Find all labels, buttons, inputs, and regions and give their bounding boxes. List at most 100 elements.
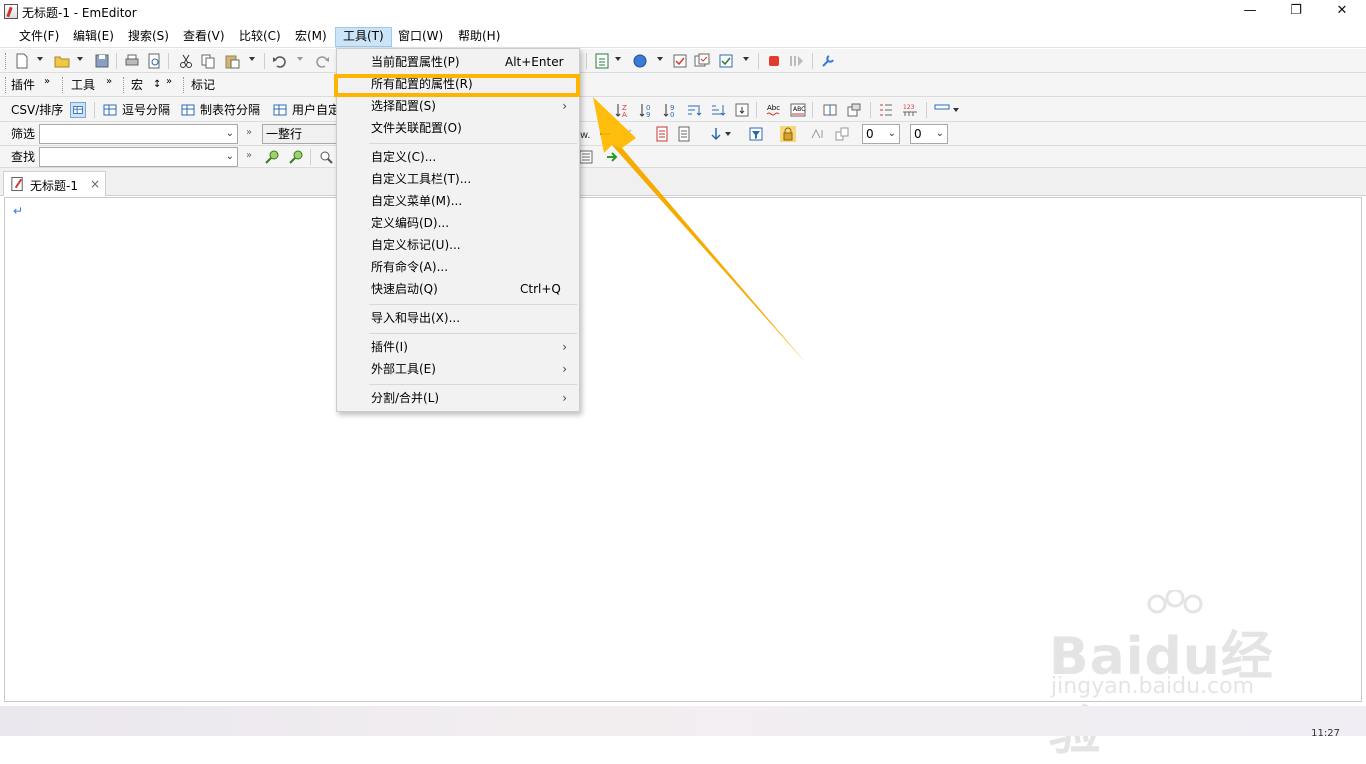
multi-check-icon[interactable] [694,53,710,69]
dropdown-arrow-icon[interactable] [656,55,664,63]
lock-icon[interactable] [780,126,796,142]
filter-doc-red-icon[interactable] [654,126,670,142]
minimize-button[interactable]: — [1227,0,1273,24]
redo-icon[interactable] [314,53,330,69]
menu-item-customize-marks[interactable]: 自定义标记(U)... [339,234,577,256]
user-grid-icon[interactable] [272,102,288,118]
menu-search[interactable]: 搜索(S) [121,27,176,47]
open-folder-icon[interactable] [54,53,70,69]
filter-clear-icon[interactable] [618,126,634,142]
chevron-more-icon[interactable]: » [246,148,252,164]
ruler-123-icon[interactable]: 123 [902,102,918,118]
filter-up-icon[interactable] [810,126,826,142]
chevron-down-icon[interactable]: ⌄ [936,125,944,143]
dropdown-arrow-icon[interactable] [952,106,960,114]
chevron-more-icon[interactable]: » [166,74,172,90]
record-macro-icon[interactable] [766,53,782,69]
find-next-icon[interactable] [264,149,280,165]
filter-number-select-2[interactable]: 0 ⌄ [910,124,948,144]
menu-item-select-config[interactable]: 选择配置(S) › [339,95,577,117]
new-file-icon[interactable] [14,53,30,69]
spellcheck-icon[interactable] [672,53,688,69]
search-icon[interactable] [318,149,334,165]
filter-number-select-1[interactable]: 0 ⌄ [862,124,900,144]
menu-file[interactable]: 文件(F) [12,27,66,47]
document-tab[interactable]: 无标题-1 × [3,171,106,196]
arrow-down-icon[interactable] [708,126,724,142]
menu-item-split-combine[interactable]: 分割/合并(L) › [339,387,577,409]
column-icon[interactable] [734,102,750,118]
plugins-toolbar-label[interactable]: 插件 [11,77,35,93]
arrow-right-icon[interactable] [604,149,620,165]
split-view-icon[interactable] [822,102,838,118]
dropdown-arrow-icon[interactable] [614,55,622,63]
line-numbers-icon[interactable] [878,102,894,118]
toolbar-gripper[interactable] [62,77,64,93]
menu-tools[interactable]: 工具(T) [335,27,392,47]
menu-macro[interactable]: 宏(M) [288,27,334,47]
toolbar-options-icon[interactable] [934,101,950,117]
sort-za-icon[interactable]: ZA [614,102,630,118]
macro-extra-icon[interactable]: ↕ [153,77,161,93]
find-previous-icon[interactable] [288,149,304,165]
menu-item-all-commands[interactable]: 所有命令(A)... [339,256,577,278]
menu-item-plugins[interactable]: 插件(I) › [339,336,577,358]
comma-separated-button[interactable]: 逗号分隔 [122,102,170,118]
chevron-down-icon[interactable]: ⌄ [226,125,234,143]
undo-icon[interactable] [272,53,288,69]
filter-input[interactable]: ⌄ [39,124,238,144]
chevron-more-icon[interactable]: » [44,74,50,90]
filter-word-icon[interactable]: w. [580,126,596,142]
spelling-abc-icon[interactable]: Abc [766,102,782,118]
find-input[interactable]: ⌄ [39,147,238,167]
restore-button[interactable]: ❐ [1273,0,1319,24]
sort-90-icon[interactable]: 90 [662,102,678,118]
marks-toolbar-label[interactable]: 标记 [191,77,215,93]
cut-icon[interactable] [178,53,194,69]
filter-funnel-icon[interactable] [748,126,764,142]
paste-icon[interactable] [224,53,240,69]
checklist-icon[interactable] [718,53,734,69]
menu-item-external-tools[interactable]: 外部工具(E) › [339,358,577,380]
user-defined-button[interactable]: 用户自定 [292,102,340,118]
comma-grid-icon[interactable] [102,102,118,118]
toolbar-gripper[interactable] [5,53,7,69]
csv-grid-icon[interactable] [70,102,86,118]
toolbar-gripper[interactable] [5,77,7,93]
chevron-down-icon[interactable]: ⌄ [226,148,234,166]
play-macro-icon[interactable] [788,53,804,69]
close-button[interactable]: ✕ [1319,0,1365,24]
csv-icon[interactable] [594,53,610,69]
frame-icon[interactable] [846,102,862,118]
dropdown-arrow-icon[interactable] [76,55,84,63]
menu-item-customize-menus[interactable]: 自定义菜单(M)... [339,190,577,212]
menu-window[interactable]: 窗口(W) [391,27,450,47]
filter-bar-icon[interactable] [598,126,614,142]
find-list-icon[interactable] [578,149,594,165]
macro-toolbar-label[interactable]: 宏 [131,77,143,93]
sort-length-desc-icon[interactable] [710,102,726,118]
chevron-more-icon[interactable]: » [246,125,252,141]
tab-grid-icon[interactable] [180,102,196,118]
print-preview-icon[interactable] [146,53,162,69]
filter-copy-icon[interactable] [834,126,850,142]
menu-item-define-encodings[interactable]: 定义编码(D)... [339,212,577,234]
spelling-box-icon[interactable]: ABC [790,102,806,118]
dropdown-arrow-icon[interactable] [296,55,304,63]
tools-toolbar-label[interactable]: 工具 [71,77,95,93]
csv-sort-label[interactable]: CSV/排序 [11,102,63,118]
menu-view[interactable]: 查看(V) [176,27,232,47]
menu-item-quick-launch[interactable]: 快速启动(Q) Ctrl+Q [339,278,577,300]
sort-09-icon[interactable]: 09 [638,102,654,118]
print-icon[interactable] [124,53,140,69]
plugin-tool-icon[interactable] [820,53,836,69]
toolbar-gripper[interactable] [183,77,185,93]
menu-edit[interactable]: 编辑(E) [66,27,121,47]
tab-separated-button[interactable]: 制表符分隔 [200,102,260,118]
toolbar-gripper[interactable] [123,77,125,93]
copy-icon[interactable] [200,53,216,69]
chevron-down-icon[interactable]: ⌄ [888,125,896,143]
dropdown-arrow-icon[interactable] [36,55,44,63]
filter-doc-icon[interactable] [676,126,692,142]
dropdown-arrow-icon[interactable] [742,55,750,63]
